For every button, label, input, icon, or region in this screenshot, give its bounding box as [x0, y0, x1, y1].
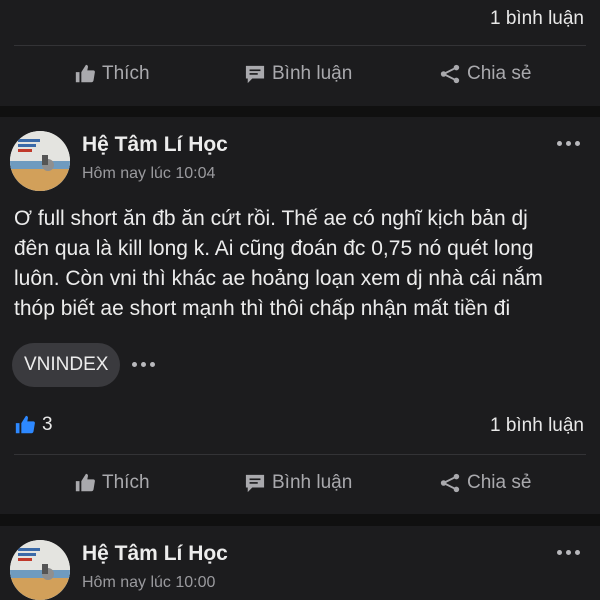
- more-dots-icon: [557, 550, 562, 555]
- previous-post-footer: 1 bình luận Thích Bình luận Chia sẻ: [0, 0, 600, 106]
- share-icon: [440, 473, 460, 493]
- share-button[interactable]: Chia sẻ: [439, 461, 531, 505]
- share-button[interactable]: Chia sẻ: [439, 52, 531, 96]
- like-label: Thích: [102, 63, 150, 84]
- action-bar: Thích Bình luận Chia sẻ: [0, 461, 600, 505]
- post-author[interactable]: Hệ Tâm Lí Học: [82, 133, 228, 157]
- like-count: 3: [42, 414, 53, 435]
- comment-count[interactable]: 1 bình luận: [490, 8, 584, 30]
- avatar[interactable]: [10, 540, 70, 600]
- avatar-image: [10, 540, 70, 600]
- post-text-line: luôn. Còn vni thì khác ae hoảng loạn xem…: [14, 267, 543, 290]
- divider: [14, 454, 586, 455]
- avatar[interactable]: [10, 131, 70, 191]
- more-dots-icon: [132, 362, 137, 367]
- share-label: Chia sẻ: [467, 472, 532, 493]
- comment-count[interactable]: 1 bình luận: [490, 415, 584, 437]
- like-label: Thích: [102, 472, 150, 493]
- tag-more-button[interactable]: [132, 362, 155, 367]
- post-timestamp[interactable]: Hôm nay lúc 10:04: [82, 165, 215, 183]
- post-body: Ơ full short ăn đb ăn cứt rồi. Thế ae có…: [14, 204, 589, 324]
- divider: [14, 45, 586, 46]
- reaction-summary[interactable]: 3: [14, 414, 53, 436]
- stock-tag[interactable]: VNINDEX: [12, 343, 121, 387]
- post-text-line: đên qua là kill long k. Ai cũng đoán đc …: [14, 237, 534, 260]
- post-card: Hệ Tâm Lí Học Hôm nay lúc 10:04 Ơ full s…: [0, 117, 600, 514]
- post-feed: 1 bình luận Thích Bình luận Chia sẻ Hệ T…: [0, 0, 600, 600]
- comment-bubble-icon: [245, 474, 265, 493]
- more-options-button[interactable]: [557, 141, 580, 146]
- post-text-line: Ơ full short ăn đb ăn cứt rồi. Thế ae có…: [14, 207, 528, 230]
- comment-label: Bình luận: [272, 472, 353, 493]
- like-button[interactable]: Thích: [74, 461, 150, 505]
- thumbs-up-icon: [75, 473, 95, 492]
- like-button[interactable]: Thích: [74, 52, 150, 96]
- comment-button[interactable]: Bình luận: [244, 52, 352, 96]
- comment-button[interactable]: Bình luận: [244, 461, 352, 505]
- thumbs-up-icon: [15, 415, 35, 434]
- more-dots-icon: [557, 141, 562, 146]
- comment-bubble-icon: [245, 65, 265, 84]
- comment-label: Bình luận: [272, 63, 353, 84]
- thumbs-up-icon: [75, 64, 95, 83]
- share-label: Chia sẻ: [467, 63, 532, 84]
- post-card: Hệ Tâm Lí Học Hôm nay lúc 10:00: [0, 526, 600, 600]
- avatar-image: [10, 131, 70, 191]
- post-timestamp[interactable]: Hôm nay lúc 10:00: [82, 574, 215, 592]
- more-options-button[interactable]: [557, 550, 580, 555]
- post-text-line: thóp biết ae short mạnh thì thôi chấp nh…: [14, 297, 511, 320]
- share-icon: [440, 64, 460, 84]
- action-bar: Thích Bình luận Chia sẻ: [0, 52, 600, 96]
- post-author[interactable]: Hệ Tâm Lí Học: [82, 542, 228, 566]
